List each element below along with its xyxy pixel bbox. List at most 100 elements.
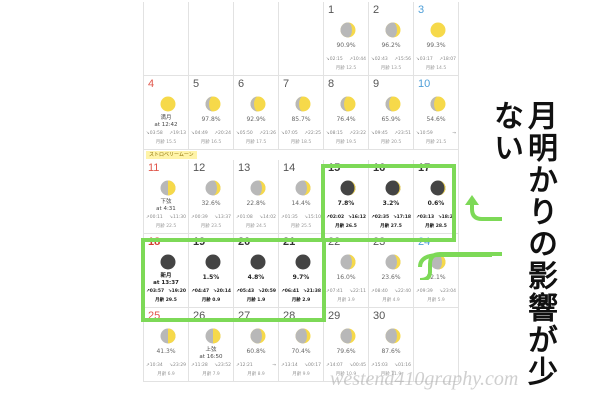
moon-age: 月齢 7.9	[202, 372, 220, 377]
rise-set-times: ↘04:49 ↗20:24	[191, 131, 231, 136]
moon-phase-icon	[295, 180, 311, 196]
day-cell: 8 76.4% ↘08:15 ↗23:22 月齢 19.5	[324, 76, 369, 150]
moon-phase-icon	[205, 180, 221, 196]
moon-age: 月齢 9.9	[292, 372, 310, 377]
day-cell: 6 92.9% ↘05:50 ↗21:26 月齢 17.5	[234, 76, 279, 150]
illumination-percent: 32.6%	[201, 200, 221, 207]
rise-set-times: ↗13:14 ↘00:17	[281, 363, 321, 368]
day-cell: 21 9.7% ↗06:41 ↘21:38 月齢 2.9	[279, 234, 324, 308]
moon-phase-icon	[385, 96, 401, 112]
moon-phase-icon	[205, 96, 221, 112]
moon-phase-icon	[160, 180, 176, 196]
rise-set-times: ↘08:15 ↗23:22	[326, 131, 366, 136]
rise-set-times: ↗01:08 ↘14:02	[236, 215, 276, 220]
callout-arrow-bottom	[419, 252, 502, 280]
day-number: 5	[193, 78, 200, 90]
empty-day-cell	[279, 2, 324, 76]
rise-set-times: ↘05:50 ↗21:26	[236, 131, 276, 136]
phase-name: 新月 at 13:37	[153, 273, 179, 286]
moon-age: 月齢 3.9	[337, 298, 355, 303]
day-cell: 3 99.3% ↘03:17 ↗18:07 月齢 14.5	[414, 2, 459, 76]
day-number: 13	[238, 162, 251, 174]
day-cell: 2 96.2% ↘02:43 ↗15:56 月齢 13.5	[369, 2, 414, 76]
moon-phase-icon	[295, 254, 311, 270]
day-cell: 25 41.3% ↗10:34 ↘23:29 月齢 6.9	[144, 308, 189, 382]
day-number: 3	[418, 4, 425, 16]
illumination-percent: 87.6%	[381, 348, 401, 355]
illumination-percent: 92.9%	[246, 116, 266, 123]
rise-set-times: ↘03:17 ↗18:07	[416, 57, 456, 62]
rise-set-times: ↘02:15 ↗10:44	[326, 57, 366, 62]
moon-age: 月齢 5.9	[427, 298, 445, 303]
rise-set-times: ↘09:45 ↗23:51	[371, 131, 411, 136]
illumination-percent: 4.8%	[247, 274, 265, 281]
moon-age: 月齢 29.5	[155, 298, 177, 303]
day-number: 7	[283, 78, 290, 90]
day-number: 4	[148, 78, 155, 90]
day-cell: 12 32.6% ↗00:39 ↘13:37 月齢 23.5	[189, 160, 234, 234]
moon-phase-icon	[430, 96, 446, 112]
illumination-percent: 96.2%	[381, 42, 401, 49]
illumination-percent: 54.6%	[426, 116, 446, 123]
day-number: 19	[193, 236, 206, 248]
rise-set-times: ↗08:40 ↘22:40	[371, 289, 411, 294]
day-cell: 28 70.4% ↗13:14 ↘00:17 月齢 9.9	[279, 308, 324, 382]
moon-age: 月齢 22.5	[155, 224, 177, 229]
illumination-percent: 1.5%	[202, 274, 220, 281]
illumination-percent: 16.0%	[336, 274, 356, 281]
moon-phase-icon	[160, 96, 176, 112]
moon-phase-icon	[430, 180, 446, 196]
moon-age: 月齢 24.5	[245, 224, 267, 229]
moon-age: 月齢 8.9	[247, 372, 265, 377]
moon-age: 月齢 4.9	[382, 298, 400, 303]
day-number: 6	[238, 78, 245, 90]
moon-age: 月齢 17.5	[245, 140, 267, 145]
day-number: 25	[148, 310, 161, 322]
day-number: 21	[283, 236, 296, 248]
moon-phase-icon	[430, 22, 446, 38]
illumination-percent: 90.9%	[336, 42, 356, 49]
moon-age: 月齢 14.5	[425, 66, 447, 71]
day-cell: 1 90.9% ↘02:15 ↗10:44 月齢 12.5	[324, 2, 369, 76]
moon-age: 月齢 25.5	[290, 224, 312, 229]
day-cell: 13 22.8% ↗01:08 ↘14:02 月齢 24.5	[234, 160, 279, 234]
day-cell: 10 54.6% ↘10:59 → 月齢 21.5	[414, 76, 459, 150]
day-number: 27	[238, 310, 251, 322]
rise-set-times: ↗11:28 ↘23:52	[191, 363, 231, 368]
day-number: 1	[328, 4, 335, 16]
moon-phase-icon	[205, 328, 221, 344]
strawberry-moon-tag: ストロベリームーン	[146, 151, 197, 159]
day-cell: 9 65.9% ↘09:45 ↗23:51 月齢 20.5	[369, 76, 414, 150]
rise-set-times: ↗00:11 ↘11:30	[146, 215, 186, 220]
moon-calendar: 1 90.9% ↘02:15 ↗10:44 月齢 12.5 2 96.2% ↘02:43 ↗15…	[143, 2, 459, 382]
moon-phase-icon	[385, 22, 401, 38]
illumination-percent: 79.6%	[336, 348, 356, 355]
day-cell: 19 1.5% ↗04:47 ↘20:14 月齢 0.9	[189, 234, 234, 308]
empty-day-cell	[144, 2, 189, 76]
day-number: 30	[373, 310, 386, 322]
rise-set-times: ↗10:34 ↘23:29	[146, 363, 186, 368]
rise-set-times: ↘07:05 ↗22:25	[281, 131, 321, 136]
moon-phase-icon	[295, 96, 311, 112]
illumination-percent: 9.7%	[292, 274, 310, 281]
empty-day-cell	[189, 2, 234, 76]
rise-set-times: ↘10:59 →	[416, 131, 456, 136]
moon-age: 月齢 2.9	[291, 298, 311, 303]
moon-age: 月齢 6.9	[157, 372, 175, 377]
day-number: 28	[283, 310, 296, 322]
day-number: 12	[193, 162, 206, 174]
rise-set-times: ↗09:39 ↘23:04	[416, 289, 456, 294]
moon-phase-icon	[250, 328, 266, 344]
rise-set-times: ↗01:35 ↘15:10	[281, 215, 321, 220]
moon-phase-icon	[160, 254, 176, 270]
rise-set-times: ↗00:39 ↘13:37	[191, 215, 231, 220]
illumination-percent: 22.8%	[246, 200, 266, 207]
illumination-percent: 14.4%	[291, 200, 311, 207]
moon-age: 月齢 15.5	[155, 140, 177, 145]
day-number: 18	[148, 236, 161, 248]
moon-phase-icon	[340, 22, 356, 38]
callout-text: 月明かりの影響が少ない	[488, 100, 557, 388]
moon-age: 月齢 18.5	[290, 140, 312, 145]
rise-set-times: ↗03:57 ↘19:20	[146, 289, 186, 294]
day-cell: 20 4.8% ↗05:43 ↘20:59 月齢 1.9	[234, 234, 279, 308]
